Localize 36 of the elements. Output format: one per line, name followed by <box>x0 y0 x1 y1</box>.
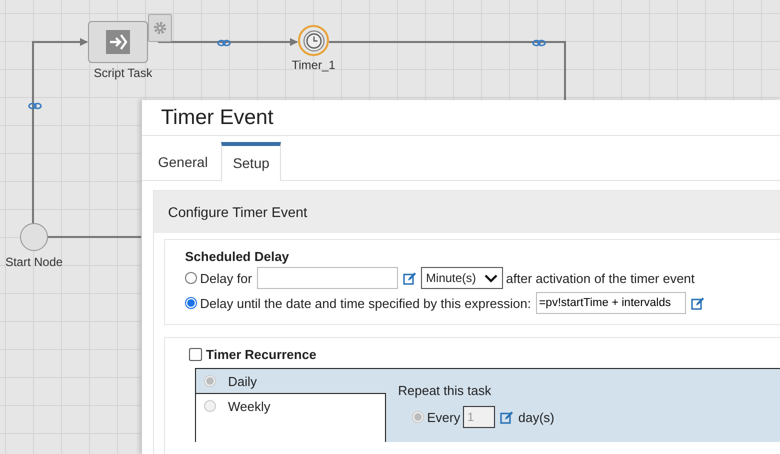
node-label: Start Node <box>5 255 63 269</box>
edit-icon[interactable] <box>403 272 416 284</box>
timer-node[interactable] <box>298 25 329 56</box>
script-icon <box>106 30 130 54</box>
link-icon[interactable] <box>28 102 42 110</box>
node-label: Timer_1 <box>292 58 336 72</box>
section-title: Timer Recurrence <box>206 347 316 362</box>
option-label: Every <box>427 410 460 424</box>
connector-arrow[interactable] <box>158 38 298 46</box>
tab[interactable]: Setup <box>220 142 282 181</box>
tab[interactable]: General <box>147 142 219 180</box>
unit-dropdown[interactable]: Minute(s) <box>421 267 504 289</box>
radio-button[interactable] <box>185 297 197 309</box>
unit-label: day(s) <box>518 410 554 424</box>
section-title: Scheduled Delay <box>185 249 290 264</box>
duration-field[interactable] <box>257 267 398 289</box>
option-suffix: after activation of the timer event <box>506 270 695 286</box>
repeat-title: Repeat this task <box>398 383 492 398</box>
edit-icon[interactable] <box>500 410 514 424</box>
panel-title: Configure Timer Event <box>154 191 780 233</box>
script-task-node[interactable] <box>88 21 148 63</box>
option-label: Delay until the date and time specified by this expression: <box>200 296 531 310</box>
caret-icon <box>484 274 498 282</box>
edit-icon[interactable] <box>690 296 704 310</box>
link-icon[interactable] <box>217 40 231 46</box>
connector-arrow[interactable] <box>32 38 88 224</box>
radio-button[interactable] <box>185 272 197 284</box>
option-label: Delay for <box>200 270 252 286</box>
gear-icon <box>153 21 167 35</box>
interval-field: 1 <box>463 406 496 428</box>
settings-button[interactable] <box>148 14 172 42</box>
dialog-title: Timer Event <box>161 106 274 130</box>
link-icon[interactable] <box>532 40 546 46</box>
expression-field[interactable]: =pv!startTime + intervalds <box>536 292 686 314</box>
node-label: Script Task <box>94 66 152 80</box>
start-node[interactable] <box>20 223 48 251</box>
